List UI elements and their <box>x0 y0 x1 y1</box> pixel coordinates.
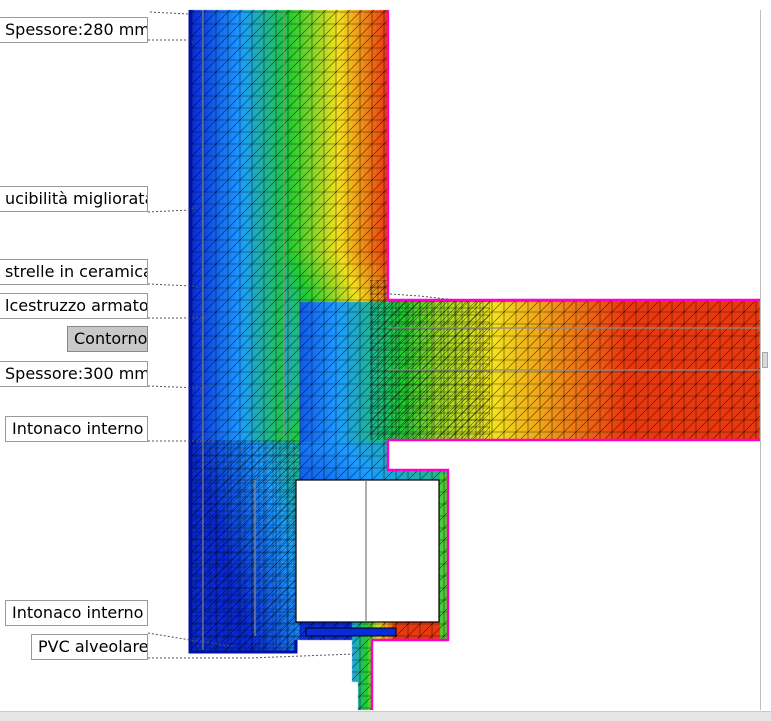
label-conductivity-improved[interactable]: ucibilità migliorata <box>0 186 148 212</box>
label-internal-plaster-lower[interactable]: Intonaco interno <box>5 600 148 626</box>
finite-element-mesh <box>190 10 760 710</box>
scroll-handle-icon[interactable] <box>762 352 768 368</box>
label-pvc-honeycomb[interactable]: PVC alveolare <box>31 634 148 660</box>
viewport-right-edge <box>760 10 761 710</box>
window-opening <box>295 479 440 623</box>
label-contour[interactable]: Contorno <box>67 326 148 352</box>
thermal-simulation-viewport[interactable]: Spessore:280 mm ucibilità migliorata str… <box>0 0 771 721</box>
label-internal-plaster-upper[interactable]: Intonaco interno <box>5 416 148 442</box>
label-ceramic-tiles[interactable]: strelle in ceramica <box>0 259 148 285</box>
label-reinforced-concrete[interactable]: lcestruzzo armato <box>0 293 148 319</box>
window-sill-profile <box>305 627 397 637</box>
label-thickness-280[interactable]: Spessore:280 mm <box>0 17 148 43</box>
label-thickness-300[interactable]: Spessore:300 mm <box>0 361 148 387</box>
